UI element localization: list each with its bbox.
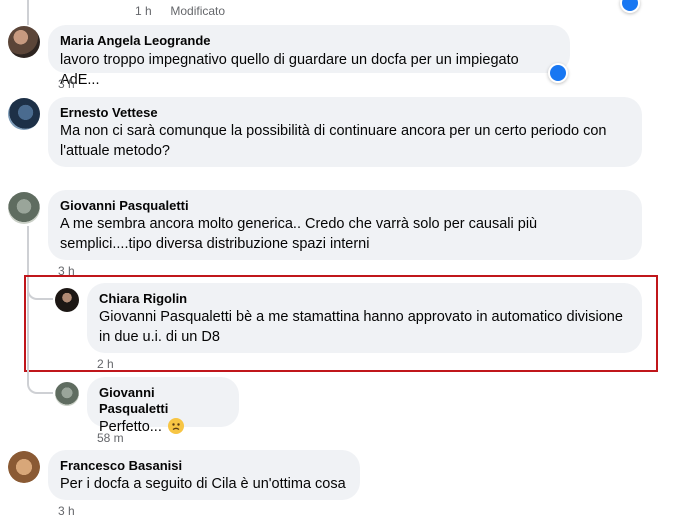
avatar[interactable]: [8, 192, 40, 224]
comment-author[interactable]: Francesco Basanisi: [60, 458, 348, 474]
comment-text: Per i docfa a seguito di Cila è un'ottim…: [60, 476, 346, 492]
comment-time[interactable]: 58 m: [97, 431, 124, 445]
comment-text-line: in due u.i. di un D8: [99, 329, 220, 345]
frowning-face-emoji-icon: [167, 418, 184, 434]
comment-bubble: Maria Angela Leogrande lavoro troppo imp…: [48, 25, 570, 88]
comment-text-line: A me sembra ancora molto generica.. Cred…: [60, 216, 538, 232]
edited-label[interactable]: Modificato: [170, 4, 225, 18]
reply-bubble: Chiara Rigolin Giovanni Pasqualetti bè a…: [87, 283, 642, 353]
thread-line: [27, 0, 29, 25]
avatar[interactable]: [8, 451, 40, 483]
comment-author[interactable]: Maria Angela Leogrande: [60, 33, 558, 49]
comment-text-line: semplici....tipo diversa distribuzione s…: [60, 236, 370, 252]
comment-time[interactable]: 3 h: [58, 77, 75, 91]
comment-time[interactable]: 2 h: [97, 357, 114, 371]
comment-time[interactable]: 3 h: [58, 504, 75, 518]
comment-text-line: Ma non ci sarà comunque la possibilità d…: [60, 123, 607, 139]
comment-author[interactable]: Giovanni Pasqualetti: [60, 198, 630, 214]
thread-connector: [27, 370, 53, 394]
like-reaction-badge[interactable]: [548, 63, 568, 83]
avatar[interactable]: [55, 288, 79, 312]
avatar[interactable]: [8, 26, 40, 58]
like-reaction-badge[interactable]: [620, 0, 640, 13]
comment-text: lavoro troppo impegnativo quello di guar…: [60, 52, 519, 88]
reply-bubble: Giovanni Pasqualetti Perfetto...: [87, 377, 239, 435]
comment-bubble: Francesco Basanisi Per i docfa a seguito…: [48, 450, 360, 500]
comment-text-line: l'attuale metodo?: [60, 143, 170, 159]
comment-bubble: Giovanni Pasqualetti A me sembra ancora …: [48, 190, 642, 260]
avatar[interactable]: [8, 98, 40, 130]
comment-author[interactable]: Chiara Rigolin: [99, 291, 630, 307]
comment-time[interactable]: 1 h: [135, 4, 152, 18]
comment-meta-top: 1 h Modificato: [135, 4, 225, 18]
thread-connector: [27, 278, 53, 300]
comment-author[interactable]: Giovanni Pasqualetti: [99, 385, 227, 417]
comment-bubble: Ernesto Vettese Ma non ci sarà comunque …: [48, 97, 642, 167]
avatar[interactable]: [55, 382, 79, 406]
comment-author[interactable]: Ernesto Vettese: [60, 105, 630, 121]
comment-text-line: Giovanni Pasqualetti bè a me stamattina …: [99, 309, 623, 325]
